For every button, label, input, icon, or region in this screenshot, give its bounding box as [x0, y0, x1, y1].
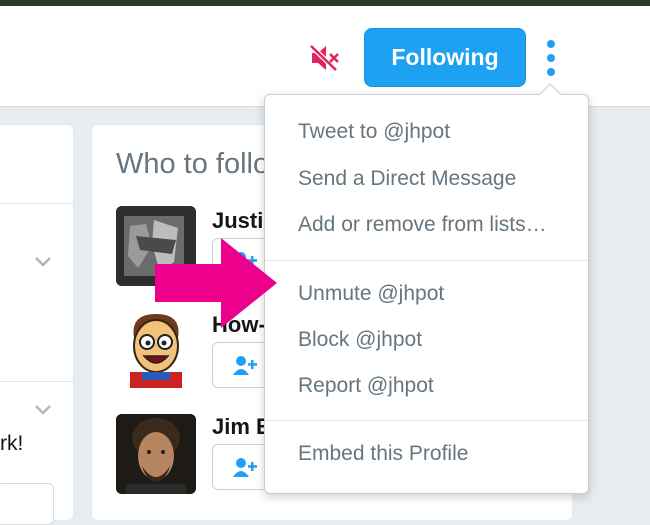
menu-item-report[interactable]: Report @jhpot	[298, 374, 434, 398]
divider	[0, 203, 73, 204]
menu-item-lists[interactable]: Add or remove from lists…	[298, 213, 547, 237]
divider	[0, 381, 73, 382]
chevron-down-icon[interactable]	[34, 256, 52, 268]
menu-item-direct-message[interactable]: Send a Direct Message	[298, 167, 516, 191]
user-name[interactable]: Justi	[212, 208, 263, 234]
menu-item-embed[interactable]: Embed this Profile	[298, 442, 468, 466]
reply-input[interactable]	[0, 483, 54, 525]
vertical-dots-icon[interactable]	[540, 40, 562, 76]
menu-item-block[interactable]: Block @jhpot	[298, 328, 422, 352]
who-to-follow-title: Who to follo	[116, 148, 270, 180]
follow-user-icon	[233, 356, 257, 375]
user-name[interactable]: Jim E	[212, 414, 271, 440]
menu-divider	[265, 420, 588, 421]
avatar[interactable]	[116, 414, 196, 494]
annotation-arrow-icon	[155, 238, 277, 328]
chevron-down-icon[interactable]	[34, 404, 52, 416]
muted-speaker-icon[interactable]	[308, 42, 340, 74]
menu-item-tweet-to[interactable]: Tweet to @jhpot	[298, 120, 450, 144]
following-button[interactable]: Following	[364, 28, 526, 87]
tweet-text-fragment: rk!	[0, 432, 24, 455]
follow-user-icon	[233, 458, 257, 477]
menu-item-unmute[interactable]: Unmute @jhpot	[298, 282, 444, 306]
menu-caret	[538, 83, 562, 96]
left-timeline-card	[0, 124, 74, 521]
menu-divider	[265, 260, 588, 261]
